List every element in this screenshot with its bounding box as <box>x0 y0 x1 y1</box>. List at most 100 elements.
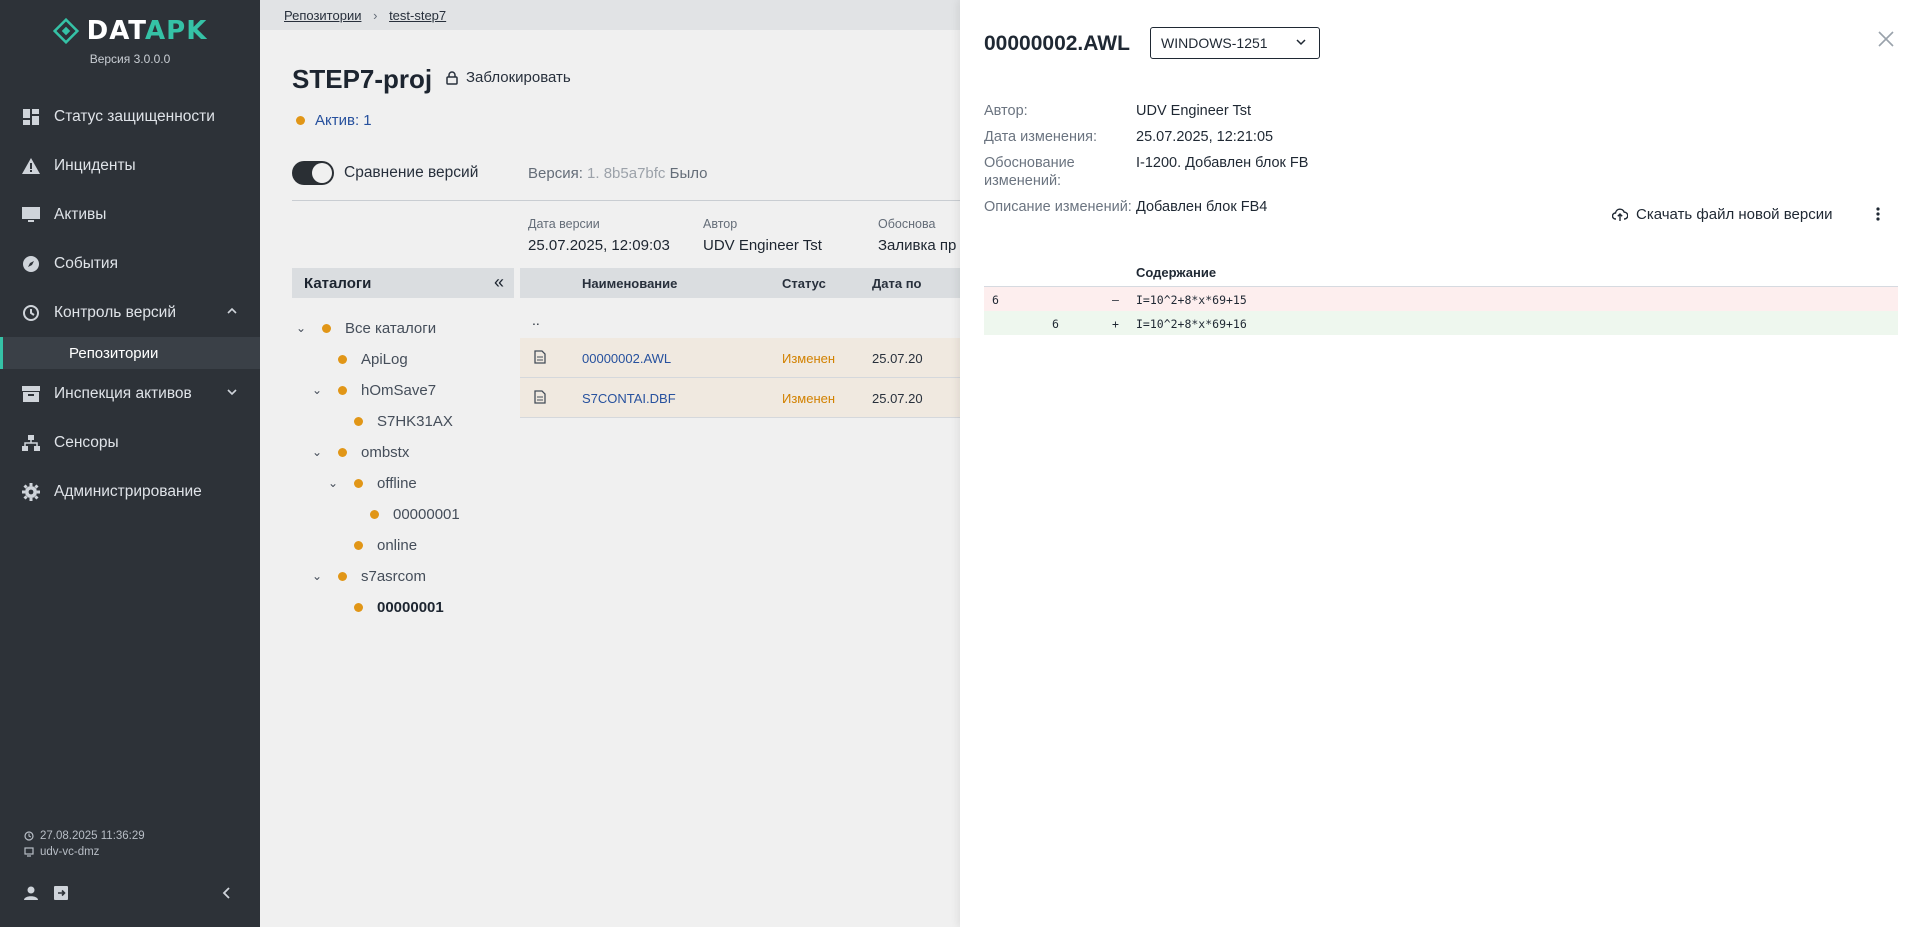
nav-item-label: Инспекция активов <box>54 384 192 402</box>
column-status[interactable]: Статус <box>782 276 826 291</box>
diff-line-text: I=10^2+8*x*69+15 <box>1136 293 1247 307</box>
parent-directory-link[interactable]: .. <box>532 312 540 328</box>
history-icon <box>22 304 40 322</box>
property-value: UDV Engineer Tst <box>1136 103 1251 119</box>
nav-item-events[interactable]: События <box>0 239 260 288</box>
collapse-sidebar-icon[interactable] <box>220 886 234 900</box>
chevron-down-icon <box>1296 39 1306 46</box>
logo-icon <box>52 18 79 44</box>
chevron-down-icon[interactable]: ⌄ <box>312 383 326 397</box>
version-author-value: UDV Engineer Tst <box>703 237 822 254</box>
sidebar-footer-info: 27.08.2025 11:36:29 udv-vc-dmz <box>24 828 145 860</box>
nav-item-asset-inspection[interactable]: Инспекция активов <box>0 369 260 418</box>
nav-item-label: Сенсоры <box>54 433 119 451</box>
file-status: Изменен <box>782 351 836 366</box>
tree-dot <box>338 354 347 364</box>
chevron-down-icon[interactable]: ⌄ <box>328 476 342 490</box>
tree-dot <box>354 416 363 426</box>
version-date: Дата версии 25.07.2025, 12:09:03 <box>528 217 670 254</box>
tree-node-label: Все каталоги <box>345 319 437 337</box>
monitor-icon <box>22 206 40 224</box>
tree-node-label: 00000001 <box>377 598 444 616</box>
version-author: Автор UDV Engineer Tst <box>703 217 822 254</box>
warning-icon <box>22 157 40 175</box>
property-change-description: Описание изменений: Добавлен блок FB4 <box>984 198 1544 216</box>
nav-item-label: События <box>54 254 118 272</box>
close-icon[interactable] <box>1878 31 1894 47</box>
tree-node-selected[interactable]: 00000001 <box>328 595 444 619</box>
tree-node-label: s7asrcom <box>361 567 427 585</box>
compare-versions: Сравнение версий <box>292 161 478 185</box>
breadcrumb-current-link[interactable]: test-step7 <box>389 8 446 23</box>
nav-item-security-status[interactable]: Статус защищенности <box>0 92 260 141</box>
file-details-drawer: 00000002.AWL WINDOWS-1251 Автор: UDV Eng… <box>960 0 1920 927</box>
version-value: 1. 8b5a7bfc <box>587 165 666 182</box>
breadcrumb: Репозитории › test-step7 <box>260 0 960 30</box>
property-value: I-1200. Добавлен блок FB <box>1136 155 1309 171</box>
tree-node[interactable]: ⌄ Все каталоги <box>296 316 436 340</box>
tree-node[interactable]: 00000001 <box>344 502 460 526</box>
tree-node-label: hOmSave7 <box>361 381 437 399</box>
tree-node-label: 00000001 <box>393 505 460 523</box>
logo-text: DATAPK <box>86 16 208 46</box>
clock-icon <box>24 831 34 841</box>
collapse-catalog-icon[interactable]: « <box>494 272 504 293</box>
table-row[interactable]: S7CONTAI.DBF Изменен 25.07.20 <box>520 378 960 418</box>
file-icon <box>534 390 546 404</box>
chevron-down-icon[interactable]: ⌄ <box>296 321 310 335</box>
version-reason-value: Заливка пр <box>878 237 957 254</box>
nav-subitem-repositories[interactable]: Репозитории <box>0 337 260 369</box>
tree-node-label: ombstx <box>361 443 410 461</box>
version-selector[interactable]: Версия: 1. 8b5a7bfc Было <box>528 165 708 182</box>
diff-content-header: Содержание <box>1136 265 1217 280</box>
diff-old-line-number: 6 <box>992 293 999 307</box>
version-reason: Обоснова Заливка пр <box>878 217 956 254</box>
assets-link[interactable]: Актив: 1 <box>296 112 372 129</box>
download-new-version-button[interactable]: Скачать файл новой версии <box>1612 206 1832 223</box>
catalog-header-label: Каталоги <box>304 275 372 292</box>
column-name[interactable]: Наименование <box>582 276 677 291</box>
files-table-header: Наименование Статус Дата по <box>520 268 960 298</box>
sidebar: DATAPK Версия 3.0.0.0 Статус защищенност… <box>0 0 260 927</box>
compare-versions-label: Сравнение версий <box>344 164 479 181</box>
diff-header: Содержание <box>984 263 1898 287</box>
breadcrumb-repositories-link[interactable]: Репозитории <box>284 8 361 23</box>
diff-sign: + <box>1112 317 1119 331</box>
chevron-down-icon[interactable]: ⌄ <box>312 445 326 459</box>
tree-node[interactable]: S7HK31AX <box>328 409 453 433</box>
nav-item-incidents[interactable]: Инциденты <box>0 141 260 190</box>
file-date: 25.07.20 <box>872 391 923 406</box>
property-key: Обоснование изменений: <box>984 155 1075 189</box>
nav-item-administration[interactable]: Администрирование <box>0 467 260 516</box>
nav-item-assets[interactable]: Активы <box>0 190 260 239</box>
more-options-icon[interactable] <box>1876 206 1880 222</box>
file-properties: Автор: UDV Engineer Tst Дата изменения: … <box>984 102 1544 224</box>
logo: DATAPK Версия 3.0.0.0 <box>0 16 260 66</box>
tree-dot <box>354 478 363 488</box>
compare-versions-toggle[interactable] <box>292 161 334 185</box>
diff-sign: – <box>1112 293 1119 307</box>
tree-node[interactable]: ⌄ offline <box>328 471 417 495</box>
catalog-header: Каталоги « <box>292 268 514 298</box>
encoding-select[interactable]: WINDOWS-1251 <box>1150 27 1320 59</box>
table-row[interactable]: 00000002.AWL Изменен 25.07.20 <box>520 338 960 378</box>
lock-button[interactable]: Заблокировать <box>446 69 571 86</box>
file-name[interactable]: S7CONTAI.DBF <box>582 391 676 406</box>
tree-node-label: S7HK31AX <box>377 412 453 430</box>
tree-dot <box>338 571 347 581</box>
sidebar-actions <box>24 886 70 900</box>
chevron-down-icon[interactable]: ⌄ <box>312 569 326 583</box>
property-modified-date: Дата изменения: 25.07.2025, 12:21:05 <box>984 128 1544 146</box>
column-date[interactable]: Дата по <box>872 276 922 291</box>
file-name[interactable]: 00000002.AWL <box>582 351 671 366</box>
tree-node[interactable]: ⌄ hOmSave7 <box>312 378 436 402</box>
tree-node[interactable]: ApiLog <box>312 347 408 371</box>
logout-icon[interactable] <box>54 886 70 900</box>
user-icon[interactable] <box>24 886 38 900</box>
tree-node[interactable]: online <box>328 533 417 557</box>
nav-item-version-control[interactable]: Контроль версий <box>0 288 260 337</box>
nav-item-sensors[interactable]: Сенсоры <box>0 418 260 467</box>
tree-node[interactable]: ⌄ ombstx <box>312 440 409 464</box>
divider <box>292 200 960 201</box>
tree-node[interactable]: ⌄ s7asrcom <box>312 564 426 588</box>
